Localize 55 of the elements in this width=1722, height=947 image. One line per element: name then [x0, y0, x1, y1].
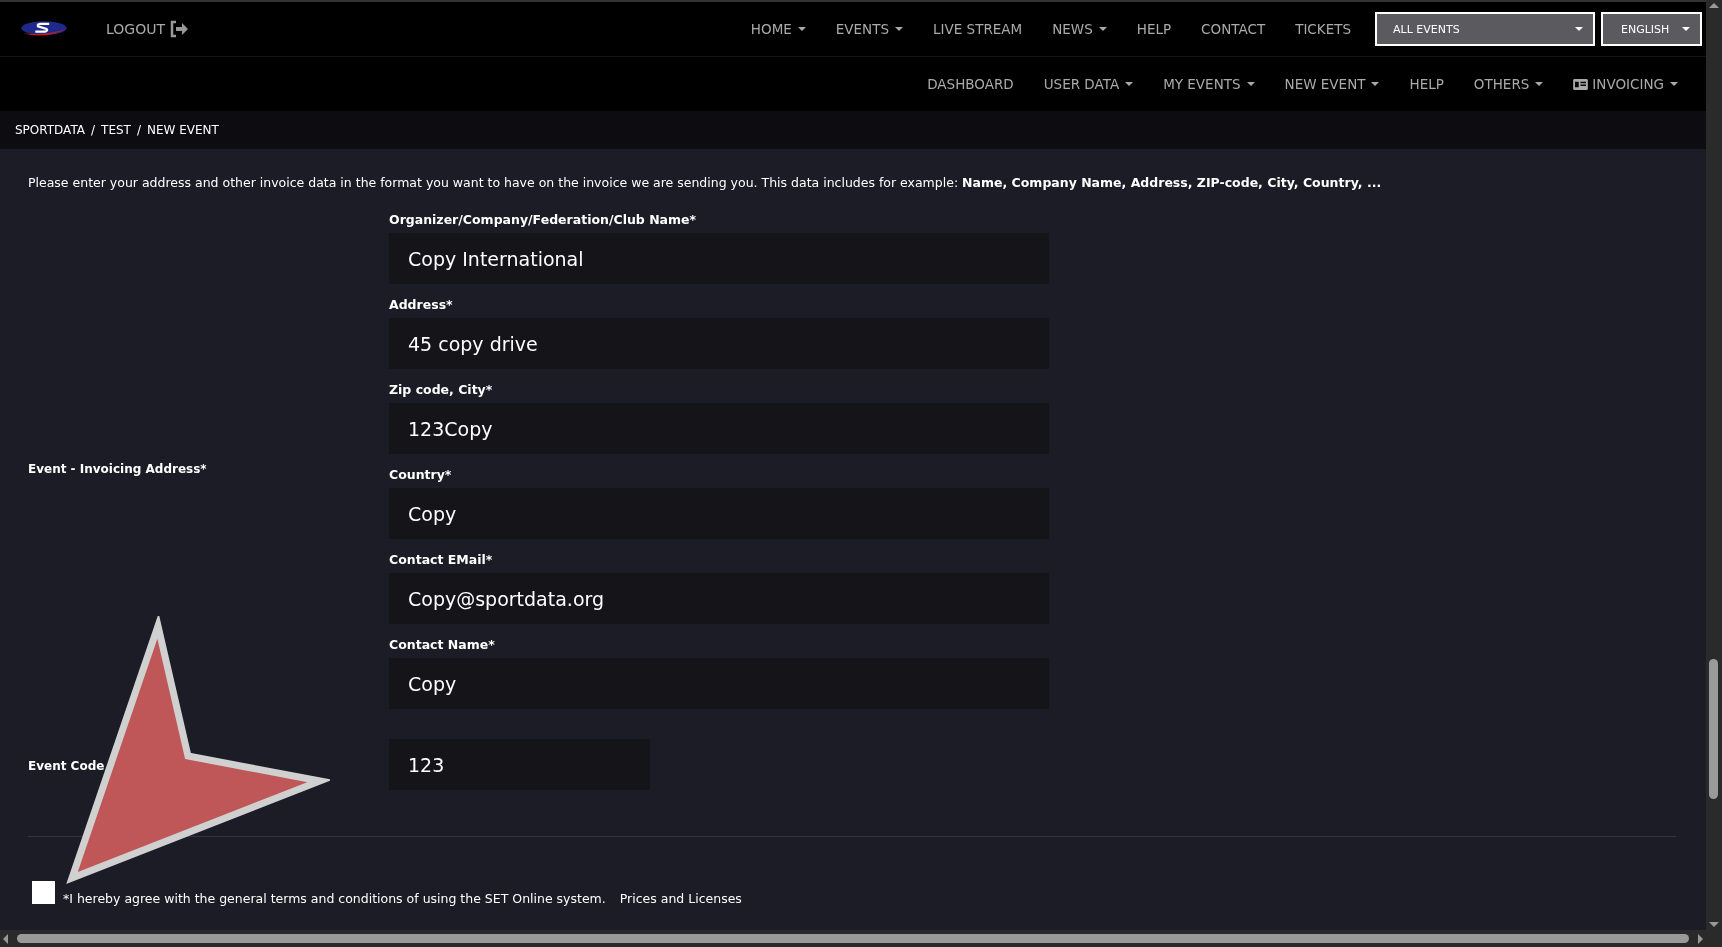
nav-link[interactable]: EVENTS [835, 21, 904, 37]
caret-icon [1670, 82, 1678, 86]
nav-link[interactable]: NEWS [1052, 21, 1107, 37]
nav-link[interactable]: USER DATA [1043, 76, 1134, 92]
nav-link[interactable]: LIVE STREAM [933, 21, 1023, 37]
input-field[interactable]: Copy [389, 658, 1049, 709]
prices-link[interactable]: Prices and Licenses [619, 891, 742, 906]
breadcrumb-separator: / [91, 123, 96, 137]
caret-icon [1125, 82, 1134, 86]
terms-text: *I hereby agree with the general terms and conditions of using the SET Online system. [63, 891, 606, 906]
breadcrumb-link[interactable]: TEST [101, 123, 131, 137]
field-label: Address* [389, 297, 454, 312]
input-field[interactable]: 123 [389, 739, 650, 790]
nav-link[interactable]: DASHBOARD [927, 76, 1014, 92]
nav-link[interactable]: HELP [1409, 76, 1444, 92]
nav-link[interactable]: INVOICING [1573, 76, 1678, 92]
nav-link[interactable]: HOME [750, 21, 806, 37]
field-label: Contact Name* [389, 637, 496, 652]
input-field[interactable]: 123Copy [389, 403, 1049, 454]
invoice-icon [1573, 78, 1589, 90]
field-label: Contact EMail* [389, 552, 494, 567]
caret-icon [895, 27, 904, 31]
field-label: Country* [389, 467, 453, 482]
breadcrumb-link[interactable]: NEW EVENT [146, 123, 219, 137]
checkbox[interactable] [32, 881, 55, 904]
caret-icon [797, 27, 806, 31]
language-select[interactable]: ENGLISH [1601, 12, 1702, 46]
nav-link[interactable]: TICKETS [1295, 21, 1351, 37]
field-label: Zip code, City* [389, 382, 494, 397]
caret-icon [1535, 82, 1544, 86]
input-field[interactable]: Copy International [389, 233, 1049, 284]
input-field[interactable]: 45 copy drive [389, 318, 1049, 369]
caret-icon [1682, 27, 1690, 31]
event-select[interactable]: ALL EVENTS [1375, 12, 1595, 46]
caret-icon [1098, 27, 1107, 31]
caret-icon [1371, 82, 1380, 86]
breadcrumb-separator: / [136, 123, 141, 137]
nav-link[interactable]: HELP [1136, 21, 1172, 37]
field-label: Organizer/Company/Federation/Club Name* [389, 212, 698, 227]
input-field[interactable]: Copy@sportdata.org [389, 573, 1049, 624]
nav-link[interactable]: OTHERS [1473, 76, 1544, 92]
nav-link[interactable]: NEW EVENT [1284, 76, 1380, 92]
input-field[interactable]: Copy [389, 488, 1049, 539]
intro-text: Please enter your address and other invoice data in the format you want to have on the invoice we are sending you. This data includes for example: Name, Company Name, Address, ZIP-code, City, Country, ... [28, 175, 1383, 190]
logout-icon [169, 20, 189, 38]
horizontal-scrollbar[interactable] [0, 930, 1706, 947]
logout-link[interactable]: LOGOUT [106, 20, 189, 38]
nav-link[interactable]: CONTACT [1201, 21, 1266, 37]
vertical-scrollbar[interactable] [1706, 0, 1722, 947]
field-label: Event Code [28, 759, 105, 773]
nav-link[interactable]: MY EVENTS [1163, 76, 1255, 92]
breadcrumb-link[interactable]: SPORTDATA [15, 123, 85, 137]
field-label: Event - Invoicing Address* [28, 461, 207, 476]
caret-icon [1246, 82, 1255, 86]
caret-icon [1575, 27, 1583, 31]
